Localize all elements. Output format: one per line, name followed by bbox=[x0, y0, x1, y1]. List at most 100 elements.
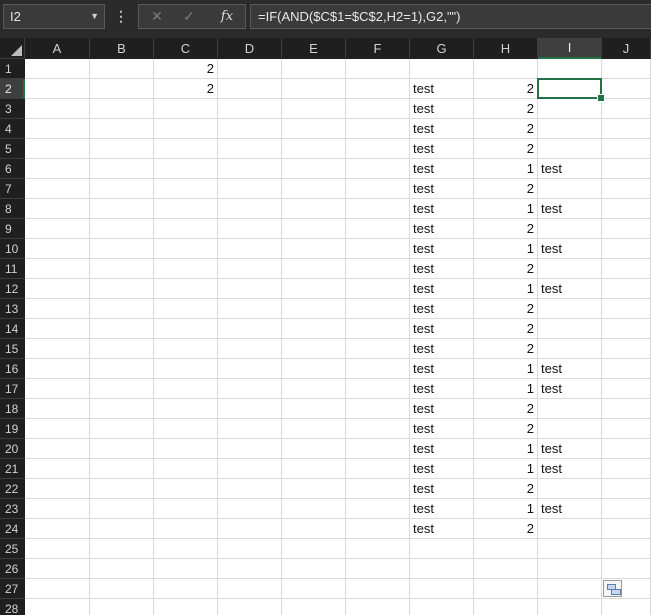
cell-e1[interactable] bbox=[282, 59, 346, 79]
cell-i25[interactable] bbox=[538, 539, 602, 559]
cell-f18[interactable] bbox=[346, 399, 410, 419]
cell-i6[interactable]: test bbox=[538, 159, 602, 179]
cell-c11[interactable] bbox=[154, 259, 218, 279]
row-header-15[interactable]: 15 bbox=[0, 339, 25, 359]
cell-e9[interactable] bbox=[282, 219, 346, 239]
cell-i8[interactable]: test bbox=[538, 199, 602, 219]
cell-c28[interactable] bbox=[154, 599, 218, 615]
cell-e25[interactable] bbox=[282, 539, 346, 559]
cell-b27[interactable] bbox=[90, 579, 154, 599]
row-header-21[interactable]: 21 bbox=[0, 459, 25, 479]
cell-g10[interactable]: test bbox=[410, 239, 474, 259]
cell-a11[interactable] bbox=[25, 259, 90, 279]
cell-a20[interactable] bbox=[25, 439, 90, 459]
cell-e27[interactable] bbox=[282, 579, 346, 599]
row-header-28[interactable]: 28 bbox=[0, 599, 25, 615]
cell-i10[interactable]: test bbox=[538, 239, 602, 259]
cell-g13[interactable]: test bbox=[410, 299, 474, 319]
cell-d28[interactable] bbox=[218, 599, 282, 615]
cell-a26[interactable] bbox=[25, 559, 90, 579]
cell-c14[interactable] bbox=[154, 319, 218, 339]
cell-b7[interactable] bbox=[90, 179, 154, 199]
cell-e19[interactable] bbox=[282, 419, 346, 439]
cell-c5[interactable] bbox=[154, 139, 218, 159]
cell-a19[interactable] bbox=[25, 419, 90, 439]
cell-g3[interactable]: test bbox=[410, 99, 474, 119]
cell-h11[interactable]: 2 bbox=[474, 259, 538, 279]
cell-g9[interactable]: test bbox=[410, 219, 474, 239]
row-header-18[interactable]: 18 bbox=[0, 399, 25, 419]
cell-f9[interactable] bbox=[346, 219, 410, 239]
cell-f22[interactable] bbox=[346, 479, 410, 499]
cell-i11[interactable] bbox=[538, 259, 602, 279]
cell-e3[interactable] bbox=[282, 99, 346, 119]
row-header-5[interactable]: 5 bbox=[0, 139, 25, 159]
cell-e8[interactable] bbox=[282, 199, 346, 219]
cell-j9[interactable] bbox=[602, 219, 651, 239]
cell-a27[interactable] bbox=[25, 579, 90, 599]
cell-c20[interactable] bbox=[154, 439, 218, 459]
cell-h19[interactable]: 2 bbox=[474, 419, 538, 439]
cell-c25[interactable] bbox=[154, 539, 218, 559]
row-header-23[interactable]: 23 bbox=[0, 499, 25, 519]
cell-a14[interactable] bbox=[25, 319, 90, 339]
cell-c23[interactable] bbox=[154, 499, 218, 519]
cell-h1[interactable] bbox=[474, 59, 538, 79]
cell-b8[interactable] bbox=[90, 199, 154, 219]
cell-g21[interactable]: test bbox=[410, 459, 474, 479]
cell-j26[interactable] bbox=[602, 559, 651, 579]
cell-g19[interactable]: test bbox=[410, 419, 474, 439]
cell-area[interactable]: 2 2 test 2 test 2 test 2 test 2 test 1 test test 2 test… bbox=[25, 59, 651, 615]
cell-j19[interactable] bbox=[602, 419, 651, 439]
cell-g23[interactable]: test bbox=[410, 499, 474, 519]
column-header-f[interactable]: F bbox=[346, 38, 410, 59]
cell-j3[interactable] bbox=[602, 99, 651, 119]
cell-j14[interactable] bbox=[602, 319, 651, 339]
cell-f25[interactable] bbox=[346, 539, 410, 559]
cell-a24[interactable] bbox=[25, 519, 90, 539]
cell-b11[interactable] bbox=[90, 259, 154, 279]
cell-j17[interactable] bbox=[602, 379, 651, 399]
cell-e22[interactable] bbox=[282, 479, 346, 499]
cell-e17[interactable] bbox=[282, 379, 346, 399]
cell-b16[interactable] bbox=[90, 359, 154, 379]
cell-e4[interactable] bbox=[282, 119, 346, 139]
cell-b28[interactable] bbox=[90, 599, 154, 615]
cell-g6[interactable]: test bbox=[410, 159, 474, 179]
cell-a5[interactable] bbox=[25, 139, 90, 159]
row-header-10[interactable]: 10 bbox=[0, 239, 25, 259]
cell-i27[interactable] bbox=[538, 579, 602, 599]
cell-c15[interactable] bbox=[154, 339, 218, 359]
cell-b25[interactable] bbox=[90, 539, 154, 559]
cell-h15[interactable]: 2 bbox=[474, 339, 538, 359]
cell-b6[interactable] bbox=[90, 159, 154, 179]
cell-g22[interactable]: test bbox=[410, 479, 474, 499]
cell-j5[interactable] bbox=[602, 139, 651, 159]
cell-g1[interactable] bbox=[410, 59, 474, 79]
cell-h24[interactable]: 2 bbox=[474, 519, 538, 539]
cell-d27[interactable] bbox=[218, 579, 282, 599]
cell-c9[interactable] bbox=[154, 219, 218, 239]
cell-b22[interactable] bbox=[90, 479, 154, 499]
row-header-17[interactable]: 17 bbox=[0, 379, 25, 399]
cell-d17[interactable] bbox=[218, 379, 282, 399]
cell-b13[interactable] bbox=[90, 299, 154, 319]
cell-c2[interactable]: 2 bbox=[154, 79, 218, 99]
cell-f20[interactable] bbox=[346, 439, 410, 459]
row-header-1[interactable]: 1 bbox=[0, 59, 25, 79]
cell-j10[interactable] bbox=[602, 239, 651, 259]
cell-d20[interactable] bbox=[218, 439, 282, 459]
cell-h7[interactable]: 2 bbox=[474, 179, 538, 199]
cell-j15[interactable] bbox=[602, 339, 651, 359]
row-header-13[interactable]: 13 bbox=[0, 299, 25, 319]
cell-d18[interactable] bbox=[218, 399, 282, 419]
cell-c26[interactable] bbox=[154, 559, 218, 579]
insert-function-icon[interactable]: fx bbox=[215, 5, 239, 28]
cell-e6[interactable] bbox=[282, 159, 346, 179]
cell-h5[interactable]: 2 bbox=[474, 139, 538, 159]
cell-i23[interactable]: test bbox=[538, 499, 602, 519]
cell-d4[interactable] bbox=[218, 119, 282, 139]
cell-f23[interactable] bbox=[346, 499, 410, 519]
row-header-4[interactable]: 4 bbox=[0, 119, 25, 139]
cell-b2[interactable] bbox=[90, 79, 154, 99]
